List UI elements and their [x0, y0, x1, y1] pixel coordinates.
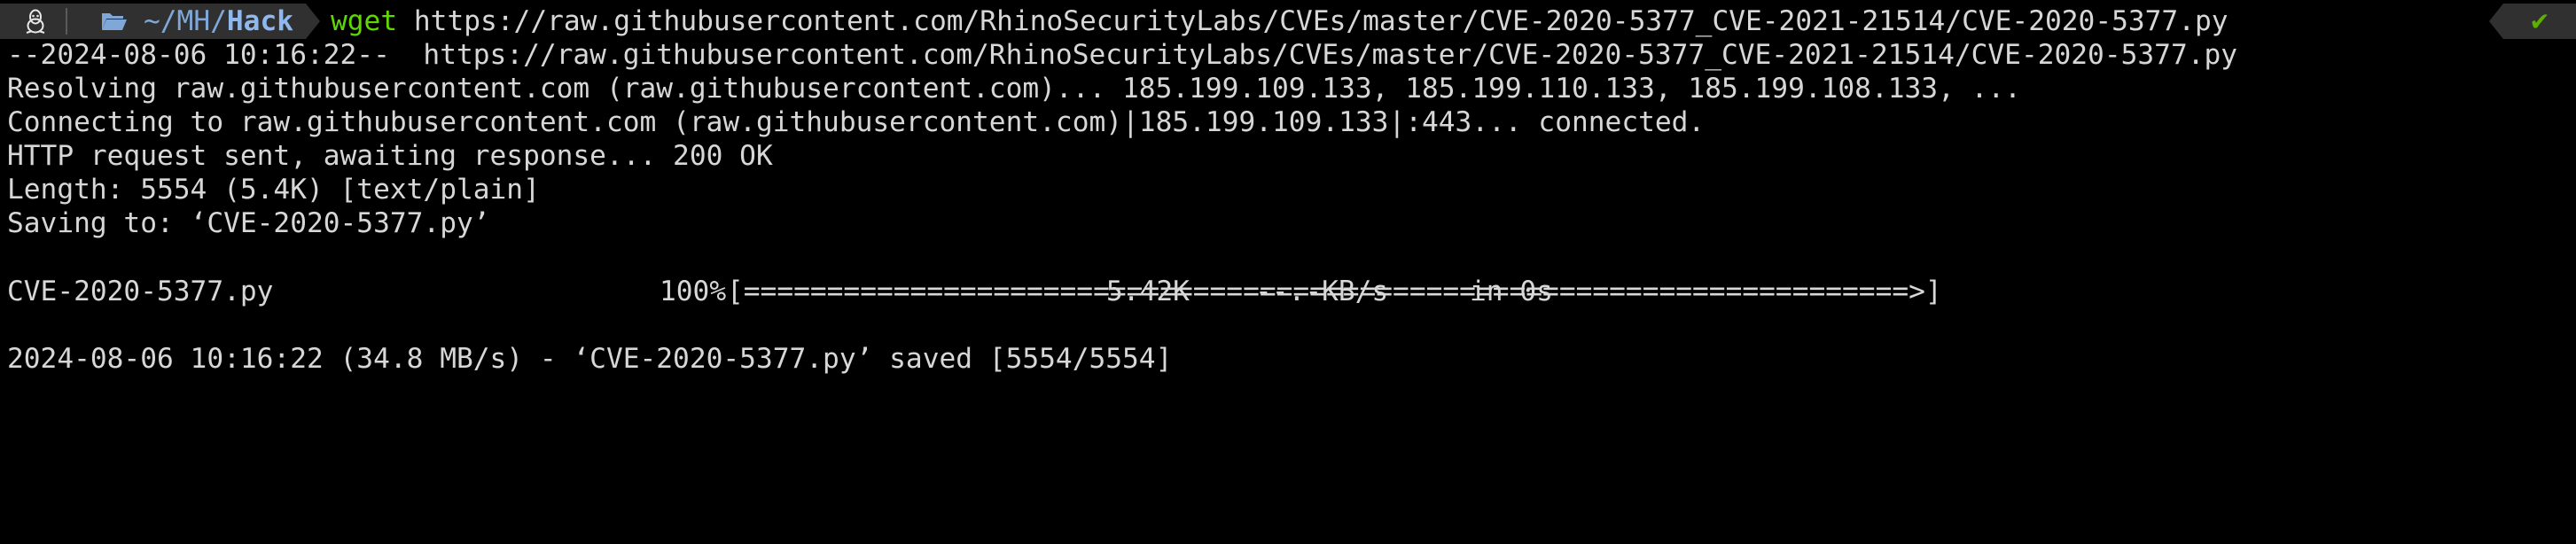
directory-segment: ~/MH/Hack	[101, 4, 306, 39]
progress-speed: --.-KB/s	[1255, 276, 1389, 307]
progress-percent: 100%	[660, 276, 727, 307]
progress-filename: CVE-2020-5377.py	[7, 276, 274, 307]
progress-size: 5.42K	[1106, 276, 1190, 307]
output-line-resolving: Resolving raw.githubusercontent.com (raw…	[7, 73, 2021, 105]
output-line-connecting: Connecting to raw.githubusercontent.com …	[7, 106, 1706, 138]
linux-tux-icon	[25, 9, 46, 34]
output-line-length: Length: 5554 (5.4K) [text/plain]	[7, 174, 540, 206]
output-line-http-status: HTTP request sent, awaiting response... …	[7, 140, 773, 172]
progress-time: in 0s	[1470, 276, 1553, 307]
status-segment: ✔	[2489, 4, 2576, 39]
directory-path-prefix: ~/MH/	[144, 5, 227, 37]
command-input[interactable]: wget https://raw.githubusercontent.com/R…	[331, 4, 2229, 39]
os-segment	[0, 4, 101, 39]
prompt-arrow	[306, 4, 320, 39]
prompt-line: ~/MH/Hack wget https://raw.githubusercon…	[0, 4, 2229, 39]
folder-open-icon	[101, 11, 128, 32]
command-name: wget	[331, 5, 398, 37]
download-progress-row: CVE-2020-5377.py 100% [=================…	[7, 275, 2569, 308]
segment-divider	[66, 8, 67, 35]
terminal-window[interactable]: ~/MH/Hack wget https://raw.githubusercon…	[0, 0, 2576, 383]
command-argument: https://raw.githubusercontent.com/RhinoS…	[413, 5, 2229, 37]
status-arrow	[2489, 4, 2503, 39]
checkmark-icon: ✔	[2503, 4, 2576, 39]
directory-current: Hack	[226, 5, 293, 37]
output-line-saved: 2024-08-06 10:16:22 (34.8 MB/s) - ‘CVE-2…	[7, 343, 1173, 375]
output-line-request: --2024-08-06 10:16:22-- https://raw.gith…	[7, 39, 2238, 71]
output-line-saving: Saving to: ‘CVE-2020-5377.py’	[7, 207, 490, 239]
